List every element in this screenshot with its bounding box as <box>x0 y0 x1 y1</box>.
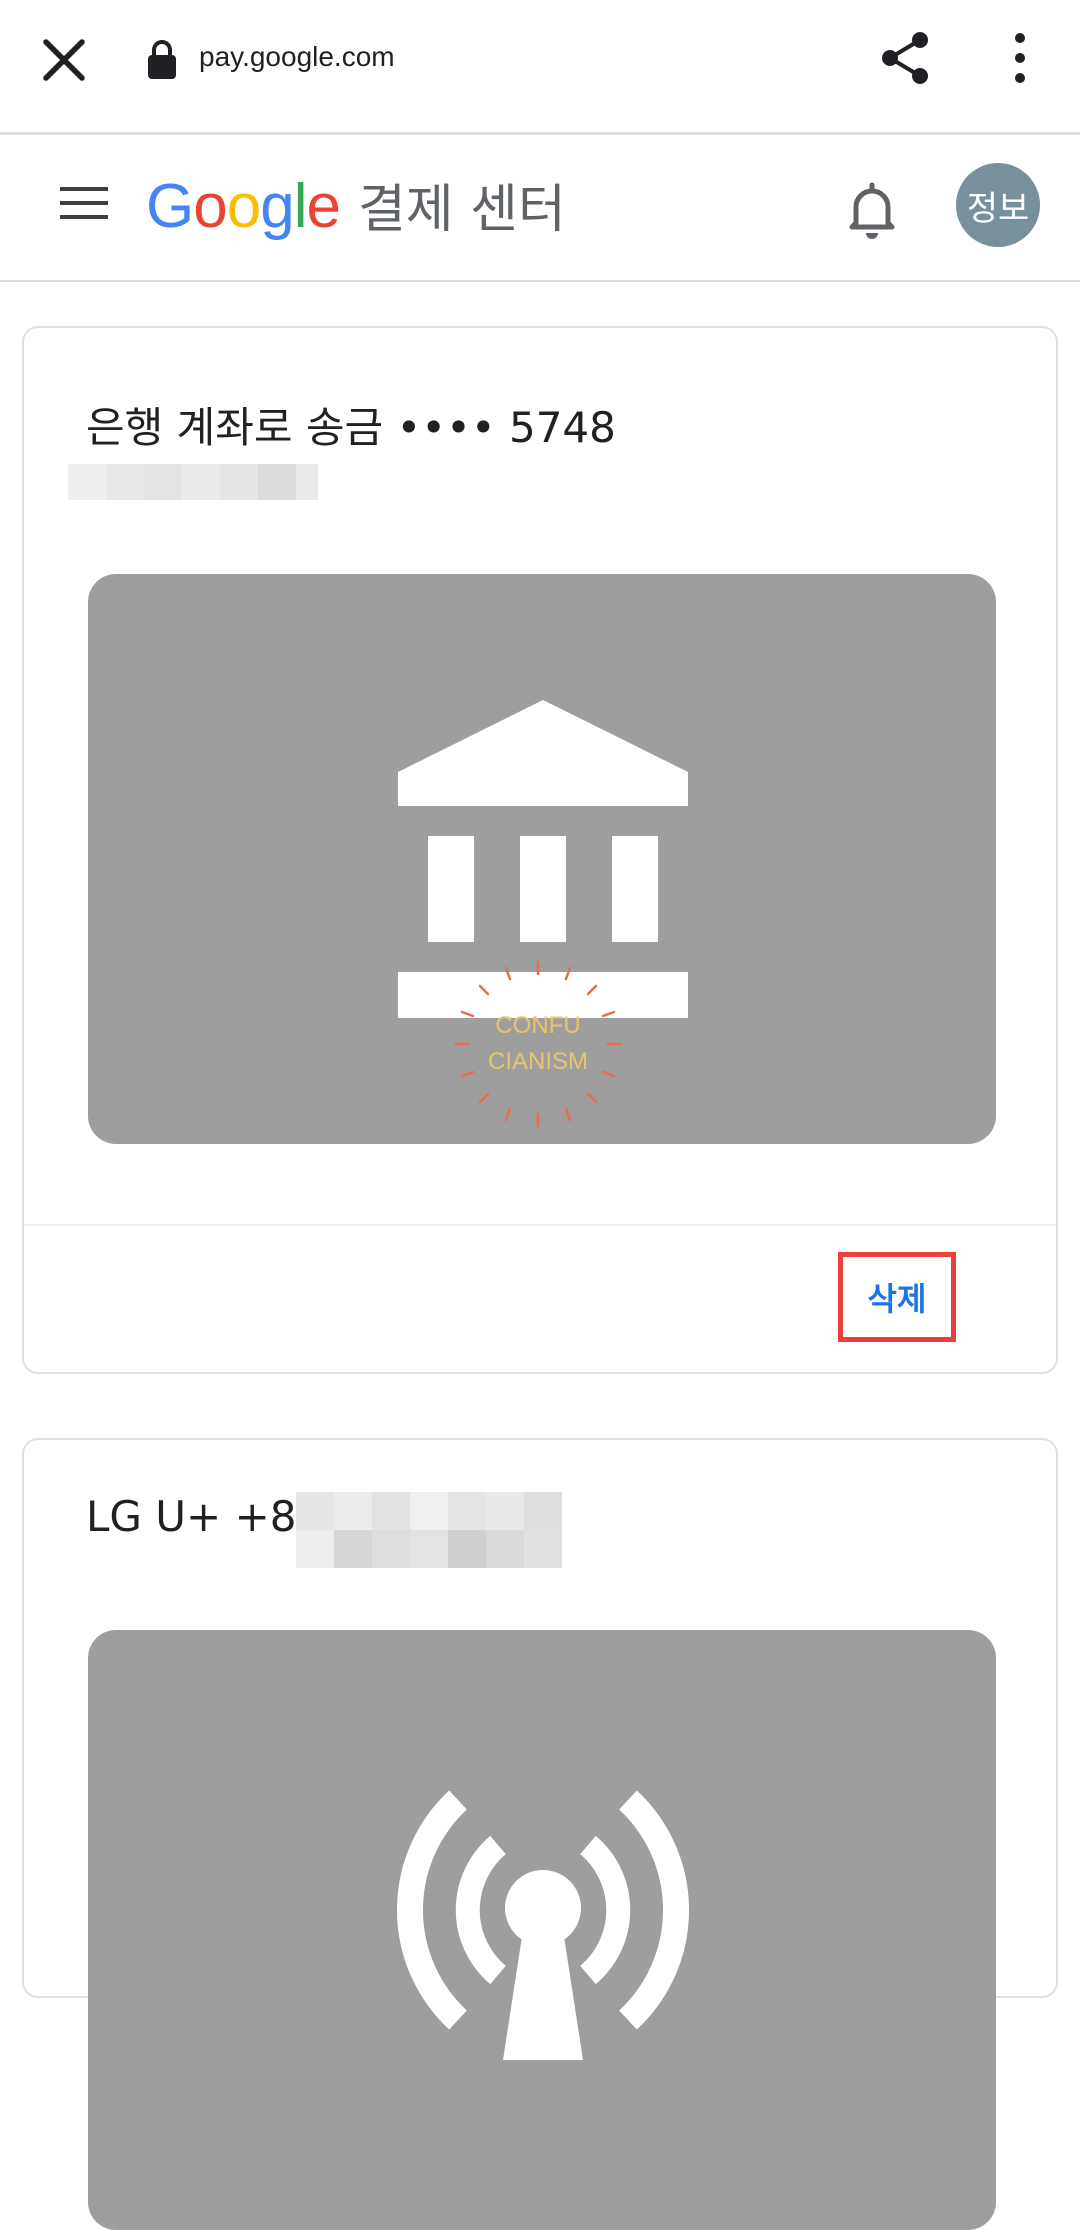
lock-icon <box>148 40 176 79</box>
redacted-text <box>68 464 318 500</box>
page-title: 결제 센터 <box>357 180 566 240</box>
google-wordmark: Google <box>146 171 341 242</box>
browser-toolbar: pay.google.com <box>0 0 1080 135</box>
app-header: Google 결제 센터 정보 <box>0 135 1080 282</box>
logo-letter: o <box>226 172 261 241</box>
logo-letter: o <box>193 172 227 241</box>
logo-letter: g <box>260 172 294 241</box>
card-title: LG U+ +82 <box>86 1492 324 1541</box>
logo-letter: G <box>146 172 194 241</box>
logo-letter: l <box>293 172 308 241</box>
watermark-logo: CONFU CIANISM <box>448 954 628 1134</box>
watermark-text: CONFU <box>495 1012 581 1039</box>
delete-button[interactable]: 삭제 <box>838 1252 956 1342</box>
close-icon[interactable] <box>38 34 90 86</box>
avatar[interactable]: 정보 <box>956 163 1040 247</box>
payment-method-card-bank: 은행 계좌로 송금 •••• 5748 CONFU CIANISM 삭제 <box>22 326 1058 1374</box>
card-image <box>88 1630 996 2230</box>
menu-icon[interactable] <box>58 183 110 223</box>
redacted-text <box>296 1492 562 1568</box>
url-text[interactable]: pay.google.com <box>199 41 395 73</box>
divider <box>24 1224 1056 1226</box>
bell-icon[interactable] <box>844 179 900 239</box>
google-logo[interactable]: Google 결제 센터 <box>146 167 566 241</box>
watermark-text: CIANISM <box>487 1048 588 1075</box>
card-title: 은행 계좌로 송금 •••• 5748 <box>86 403 616 452</box>
payment-method-card-carrier: LG U+ +82 <box>22 1438 1058 2230</box>
logo-letter: e <box>306 172 340 241</box>
more-vert-icon[interactable] <box>1000 30 1040 86</box>
card-image: CONFU CIANISM <box>88 574 996 1144</box>
share-icon[interactable] <box>878 30 934 86</box>
signal-tower-icon <box>397 1790 689 2060</box>
